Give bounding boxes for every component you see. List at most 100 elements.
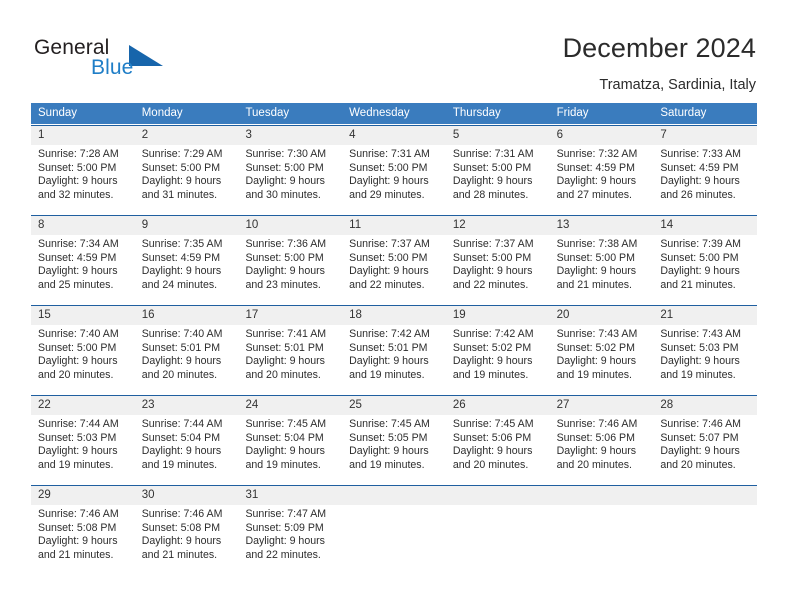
daylight-text-line1: Daylight: 9 hours — [660, 265, 740, 278]
general-blue-logo[interactable]: General Blue — [34, 36, 214, 88]
day-number — [445, 486, 550, 505]
daylight-text-line1: Daylight: 9 hours — [556, 265, 637, 278]
sunrise-text: Sunrise: 7:32 AM — [556, 148, 638, 160]
calendar-day-cell[interactable]: 23 Sunrise: 7:44 AM Sunset: 5:04 PM Dayligh… — [134, 396, 239, 477]
logo-text-blue: Blue — [91, 56, 134, 79]
calendar-day-cell[interactable]: 30 Sunrise: 7:46 AM Sunset: 5:08 PM Dayligh… — [134, 486, 239, 567]
day-details: Sunrise: 7:39 AM Sunset: 5:00 PM Daylight:… — [653, 235, 757, 292]
daylight-text-line2: and 19 minutes. — [245, 458, 321, 471]
calendar-grid: Sunday Monday Tuesday Wednesday Thursday… — [31, 103, 758, 567]
calendar-day-cell[interactable]: 3 Sunrise: 7:30 AM Sunset: 5:00 PM Daylight… — [238, 126, 343, 207]
day-details: Sunrise: 7:42 AM Sunset: 5:01 PM Daylight:… — [342, 325, 446, 382]
daylight-text-line1: Daylight: 9 hours — [141, 355, 222, 368]
day-number: 19 — [445, 306, 550, 325]
sunrise-text: Sunrise: 7:47 AM — [245, 508, 327, 520]
day-details: Sunrise: 7:33 AM Sunset: 4:59 PM Daylight:… — [653, 145, 757, 202]
calendar-day-cell[interactable]: 25 Sunrise: 7:45 AM Sunset: 5:05 PM Dayligh… — [342, 396, 446, 477]
calendar-day-cell[interactable]: 29 Sunrise: 7:46 AM Sunset: 5:08 PM Dayligh… — [31, 486, 135, 567]
calendar-day-cell[interactable]: 6 Sunrise: 7:32 AM Sunset: 4:59 PM Daylight… — [549, 126, 654, 207]
day-details: Sunrise: 7:42 AM Sunset: 5:02 PM Daylight:… — [446, 325, 550, 382]
day-details: Sunrise: 7:38 AM Sunset: 5:00 PM Daylight:… — [550, 235, 654, 292]
day-details: Sunrise: 7:46 AM Sunset: 5:08 PM Daylight:… — [135, 505, 239, 562]
daylight-text-line1: Daylight: 9 hours — [349, 265, 429, 278]
calendar-day-cell[interactable]: 18 Sunrise: 7:42 AM Sunset: 5:01 PM Dayligh… — [342, 306, 446, 387]
daylight-text-line2: and 21 minutes. — [660, 278, 736, 291]
calendar-day-cell[interactable]: 11 Sunrise: 7:37 AM Sunset: 5:00 PM Dayligh… — [342, 216, 446, 297]
calendar-day-cell[interactable]: 4 Sunrise: 7:31 AM Sunset: 5:00 PM Daylight… — [342, 126, 446, 207]
sunset-text: Sunset: 5:00 PM — [452, 251, 532, 264]
calendar-day-cell[interactable]: 26 Sunrise: 7:45 AM Sunset: 5:06 PM Dayligh… — [445, 396, 550, 477]
day-details: Sunrise: 7:46 AM Sunset: 5:07 PM Daylight:… — [653, 415, 757, 472]
sunrise-text: Sunrise: 7:44 AM — [141, 418, 223, 430]
calendar-day-cell[interactable]: 15 Sunrise: 7:40 AM Sunset: 5:00 PM Dayligh… — [31, 306, 135, 387]
day-number: 4 — [342, 126, 446, 145]
calendar-week-row: 29 Sunrise: 7:46 AM Sunset: 5:08 PM Dayligh… — [31, 485, 758, 567]
calendar-day-cell[interactable]: 1 Sunrise: 7:28 AM Sunset: 5:00 PM Daylight… — [31, 126, 135, 207]
sunrise-text: Sunrise: 7:36 AM — [245, 238, 327, 250]
calendar-day-cell-empty — [549, 486, 654, 567]
day-details: Sunrise: 7:30 AM Sunset: 5:00 PM Daylight:… — [238, 145, 342, 202]
daylight-text-line2: and 20 minutes. — [38, 368, 114, 381]
page-subtitle-location: Tramatza, Sardinia, Italy — [599, 77, 756, 93]
daylight-text-line1: Daylight: 9 hours — [349, 445, 429, 458]
day-details — [342, 505, 446, 508]
calendar-day-cell[interactable]: 13 Sunrise: 7:38 AM Sunset: 5:00 PM Dayligh… — [549, 216, 654, 297]
calendar-day-cell[interactable]: 27 Sunrise: 7:46 AM Sunset: 5:06 PM Dayligh… — [549, 396, 654, 477]
sunrise-text: Sunrise: 7:44 AM — [38, 418, 119, 430]
day-number — [342, 486, 446, 505]
calendar-day-cell[interactable]: 21 Sunrise: 7:43 AM Sunset: 5:03 PM Dayligh… — [653, 306, 758, 387]
daylight-text-line2: and 29 minutes. — [349, 188, 425, 201]
sunset-text: Sunset: 5:02 PM — [452, 341, 532, 354]
day-details: Sunrise: 7:46 AM Sunset: 5:08 PM Daylight:… — [31, 505, 135, 562]
sunrise-text: Sunrise: 7:28 AM — [38, 148, 119, 160]
calendar-day-cell[interactable]: 22 Sunrise: 7:44 AM Sunset: 5:03 PM Dayligh… — [31, 396, 135, 477]
daylight-text-line2: and 19 minutes. — [452, 368, 529, 381]
sunrise-text: Sunrise: 7:38 AM — [556, 238, 638, 250]
day-number: 15 — [31, 306, 135, 325]
daylight-text-line1: Daylight: 9 hours — [245, 175, 325, 188]
sunset-text: Sunset: 4:59 PM — [141, 251, 221, 264]
calendar-day-cell[interactable]: 10 Sunrise: 7:36 AM Sunset: 5:00 PM Dayligh… — [238, 216, 343, 297]
daylight-text-line1: Daylight: 9 hours — [38, 355, 118, 368]
calendar-day-cell[interactable]: 12 Sunrise: 7:37 AM Sunset: 5:00 PM Dayligh… — [445, 216, 550, 297]
daylight-text-line2: and 22 minutes. — [452, 278, 529, 291]
calendar-day-cell[interactable]: 2 Sunrise: 7:29 AM Sunset: 5:00 PM Daylight… — [134, 126, 239, 207]
calendar-day-cell[interactable]: 24 Sunrise: 7:45 AM Sunset: 5:04 PM Dayligh… — [238, 396, 343, 477]
calendar-day-cell[interactable]: 31 Sunrise: 7:47 AM Sunset: 5:09 PM Dayligh… — [238, 486, 343, 567]
sunrise-text: Sunrise: 7:42 AM — [452, 328, 534, 340]
day-details: Sunrise: 7:31 AM Sunset: 5:00 PM Daylight:… — [446, 145, 550, 202]
day-details: Sunrise: 7:44 AM Sunset: 5:04 PM Daylight:… — [135, 415, 239, 472]
daylight-text-line1: Daylight: 9 hours — [141, 535, 222, 548]
daylight-text-line1: Daylight: 9 hours — [349, 175, 429, 188]
day-details: Sunrise: 7:31 AM Sunset: 5:00 PM Daylight:… — [342, 145, 446, 202]
sunrise-text: Sunrise: 7:42 AM — [349, 328, 430, 340]
sunrise-text: Sunrise: 7:30 AM — [245, 148, 327, 160]
day-details: Sunrise: 7:29 AM Sunset: 5:00 PM Daylight:… — [135, 145, 239, 202]
calendar-day-cell[interactable]: 17 Sunrise: 7:41 AM Sunset: 5:01 PM Dayligh… — [238, 306, 343, 387]
day-number: 6 — [549, 126, 654, 145]
calendar-day-cell[interactable]: 20 Sunrise: 7:43 AM Sunset: 5:02 PM Dayligh… — [549, 306, 654, 387]
daylight-text-line2: and 22 minutes. — [245, 548, 321, 561]
calendar-day-cell[interactable]: 14 Sunrise: 7:39 AM Sunset: 5:00 PM Dayligh… — [653, 216, 758, 297]
calendar-day-cell[interactable]: 5 Sunrise: 7:31 AM Sunset: 5:00 PM Daylight… — [445, 126, 550, 207]
calendar-day-cell[interactable]: 19 Sunrise: 7:42 AM Sunset: 5:02 PM Dayligh… — [445, 306, 550, 387]
calendar-day-cell[interactable]: 7 Sunrise: 7:33 AM Sunset: 4:59 PM Daylight… — [653, 126, 758, 207]
sunrise-text: Sunrise: 7:46 AM — [38, 508, 119, 520]
day-details: Sunrise: 7:28 AM Sunset: 5:00 PM Daylight:… — [31, 145, 135, 202]
daylight-text-line2: and 20 minutes. — [556, 458, 632, 471]
calendar-day-cell[interactable]: 9 Sunrise: 7:35 AM Sunset: 4:59 PM Daylight… — [134, 216, 239, 297]
day-number: 12 — [445, 216, 550, 235]
calendar-day-cell[interactable]: 8 Sunrise: 7:34 AM Sunset: 4:59 PM Daylight… — [31, 216, 135, 297]
calendar-day-cell-empty — [342, 486, 446, 567]
daylight-text-line1: Daylight: 9 hours — [141, 265, 222, 278]
calendar-day-cell[interactable]: 16 Sunrise: 7:40 AM Sunset: 5:01 PM Dayligh… — [134, 306, 239, 387]
day-details: Sunrise: 7:45 AM Sunset: 5:05 PM Daylight:… — [342, 415, 446, 472]
calendar-day-cell[interactable]: 28 Sunrise: 7:46 AM Sunset: 5:07 PM Dayligh… — [653, 396, 758, 477]
sunset-text: Sunset: 5:00 PM — [245, 161, 324, 174]
daylight-text-line2: and 19 minutes. — [349, 368, 425, 381]
day-details: Sunrise: 7:45 AM Sunset: 5:06 PM Daylight:… — [446, 415, 550, 472]
sunset-text: Sunset: 5:04 PM — [141, 431, 221, 444]
calendar-day-cell-empty — [445, 486, 550, 567]
sunrise-text: Sunrise: 7:31 AM — [349, 148, 430, 160]
daylight-text-line2: and 32 minutes. — [38, 188, 114, 201]
